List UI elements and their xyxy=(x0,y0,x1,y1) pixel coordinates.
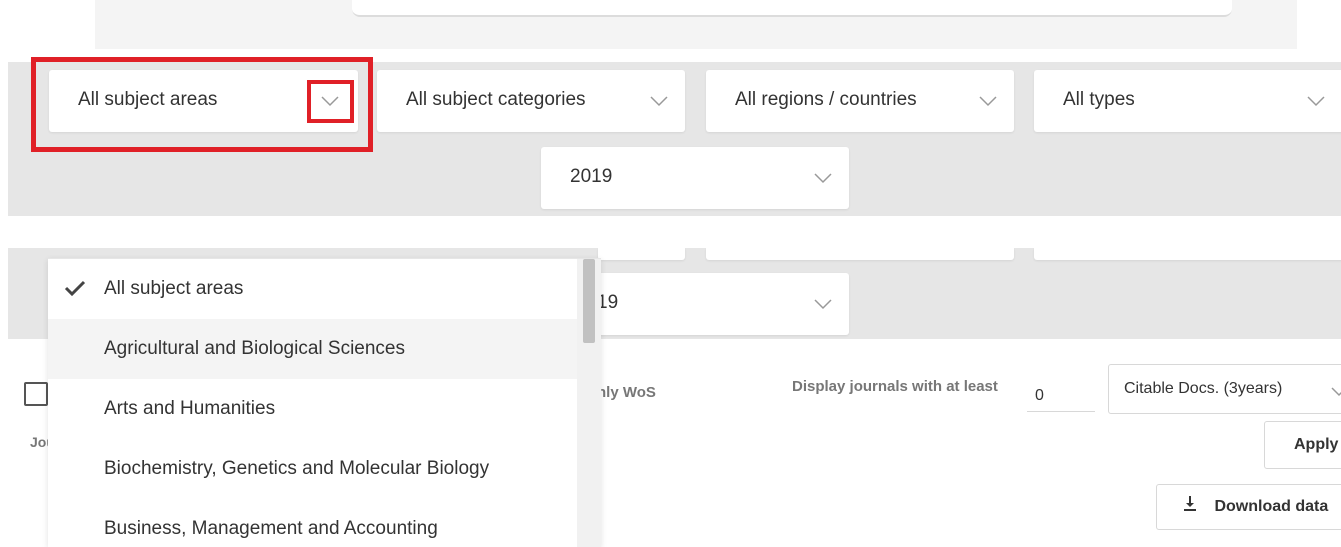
panel-separator xyxy=(0,216,1341,248)
subject-category-dropdown[interactable]: All subject categories xyxy=(377,70,685,132)
menu-item-label: Agricultural and Biological Sciences xyxy=(104,338,405,359)
menu-item-all-subject-areas[interactable]: All subject areas xyxy=(48,259,577,319)
year-dropdown[interactable]: 2019 xyxy=(541,147,849,209)
subject-category-dropdown-edge[interactable] xyxy=(598,248,685,260)
region-dropdown-edge[interactable] xyxy=(706,248,1014,260)
filters-panel-top: All subject areas All subject categories… xyxy=(0,0,1341,216)
subject-area-menu: All subject areas Agricultural and Biolo… xyxy=(48,258,601,547)
type-dropdown-edge[interactable] xyxy=(1034,248,1341,260)
subject-area-dropdown[interactable]: All subject areas xyxy=(49,70,358,132)
chevron-down-icon[interactable] xyxy=(320,95,340,109)
menu-item-agricultural[interactable]: Agricultural and Biological Sciences xyxy=(48,319,577,379)
type-label: All types xyxy=(1063,89,1135,110)
download-icon xyxy=(1183,495,1197,516)
chevron-down-icon xyxy=(978,95,998,109)
menu-scrollbar[interactable] xyxy=(577,259,601,547)
subject-area-label: All subject areas xyxy=(78,89,218,110)
citable-docs-label: Citable Docs. (3years) xyxy=(1124,380,1283,397)
chevron-down-icon xyxy=(1306,95,1326,109)
search-bar-edge[interactable] xyxy=(352,0,1232,17)
menu-item-arts[interactable]: Arts and Humanities xyxy=(48,379,577,439)
min-journals-input[interactable] xyxy=(1027,372,1095,412)
apply-button[interactable]: Apply xyxy=(1264,421,1341,469)
citable-docs-select[interactable]: Citable Docs. (3years) xyxy=(1108,364,1341,414)
menu-item-label: All subject areas xyxy=(104,278,244,299)
journals-checkbox[interactable] xyxy=(24,382,48,406)
search-strip xyxy=(95,0,1297,49)
wos-label: nly WoS xyxy=(597,384,656,401)
menu-item-business[interactable]: Business, Management and Accounting xyxy=(48,499,577,547)
region-label: All regions / countries xyxy=(735,89,917,110)
menu-item-label: Arts and Humanities xyxy=(104,398,276,419)
year-label: 2019 xyxy=(570,166,613,187)
min-journals-label: Display journals with at least xyxy=(792,378,998,395)
chevron-down-icon xyxy=(1330,384,1341,402)
region-dropdown[interactable]: All regions / countries xyxy=(706,70,1014,132)
type-dropdown[interactable]: All types xyxy=(1034,70,1341,132)
menu-scroll-thumb[interactable] xyxy=(583,259,595,343)
subject-category-label: All subject categories xyxy=(406,89,586,110)
chevron-down-icon xyxy=(649,95,669,109)
chevron-down-icon xyxy=(813,298,833,312)
download-data-label: Download data xyxy=(1214,497,1329,515)
download-data-button[interactable]: Download data xyxy=(1156,484,1341,530)
check-icon xyxy=(64,279,86,303)
chevron-down-icon xyxy=(813,172,833,186)
menu-item-label: Biochemistry, Genetics and Molecular Bio… xyxy=(104,458,490,479)
menu-item-biochemistry[interactable]: Biochemistry, Genetics and Molecular Bio… xyxy=(48,439,577,499)
menu-item-label: Business, Management and Accounting xyxy=(104,518,438,539)
